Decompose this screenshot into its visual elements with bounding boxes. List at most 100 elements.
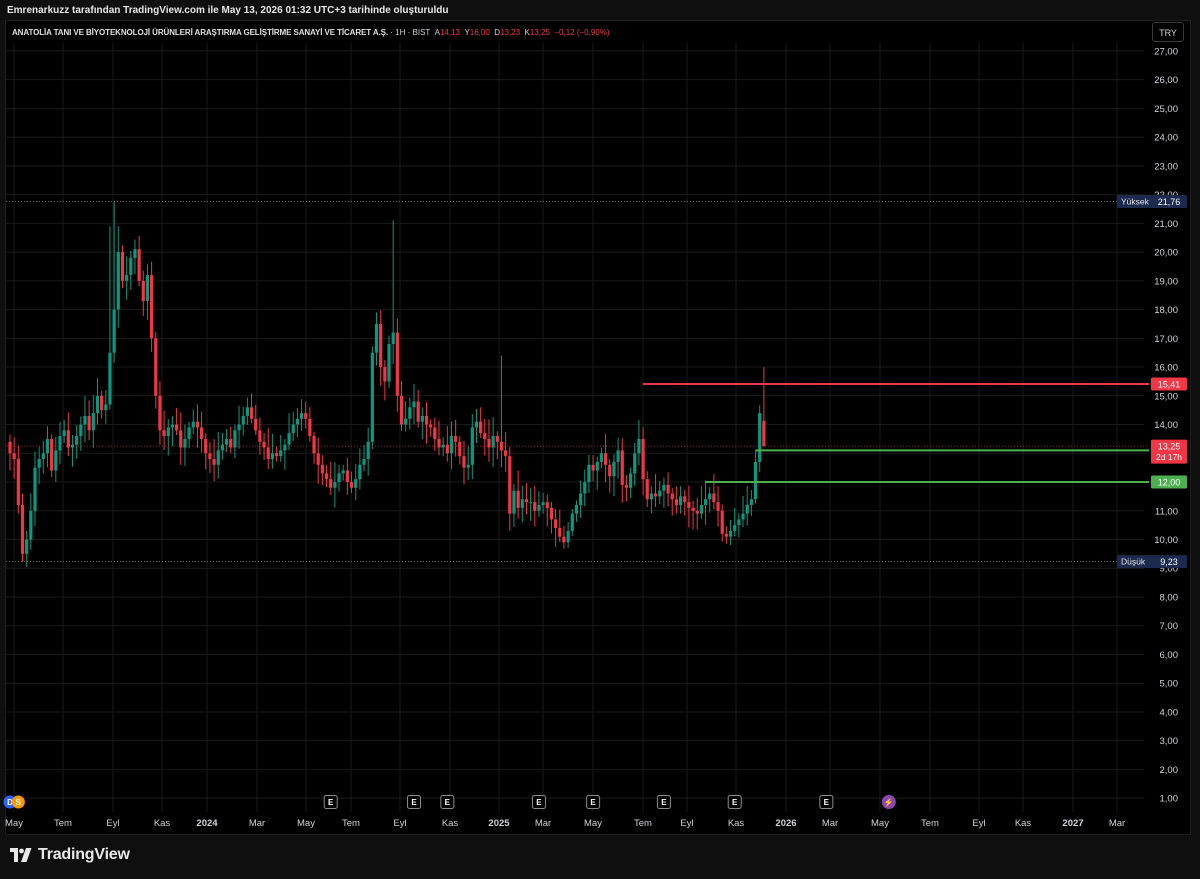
- symbol-legend[interactable]: ANATOLİA TANI VE BİYOTEKNOLOJİ ÜRÜNLERİ …: [12, 28, 610, 37]
- high-marker-value: 21,76: [1158, 197, 1181, 207]
- price-tick-label: 5,00: [1160, 679, 1179, 690]
- candle-body: [95, 395, 100, 414]
- candle-body: [624, 484, 629, 488]
- time-tick-label: Mar: [822, 818, 838, 829]
- candle-body: [762, 420, 766, 447]
- candle-body: [362, 459, 366, 465]
- candle-body: [220, 444, 225, 451]
- candle-body: [608, 464, 612, 477]
- price-tick-label: 25,00: [1154, 104, 1178, 115]
- currency-button[interactable]: TRY: [1152, 22, 1184, 42]
- candle-body: [75, 436, 79, 445]
- candle-body: [20, 505, 25, 554]
- price-axis[interactable]: 1,002,003,004,005,006,007,008,009,0010,0…: [1154, 46, 1178, 804]
- candle-body: [599, 453, 604, 462]
- candle-body: [633, 453, 637, 474]
- candle-body: [333, 482, 337, 488]
- candle-body: [320, 464, 324, 474]
- candle-body: [137, 249, 141, 281]
- candle-body: [591, 464, 595, 471]
- time-tick-label: Kas: [154, 818, 171, 829]
- high-marker-label: Yüksek: [1121, 197, 1150, 207]
- candle-body: [641, 438, 645, 480]
- candle-body: [50, 438, 54, 471]
- candle-body: [691, 507, 695, 511]
- price-tick-label: 7,00: [1160, 621, 1179, 632]
- candle-body: [720, 510, 724, 534]
- candle-body: [295, 418, 299, 425]
- candle-body: [249, 407, 254, 419]
- last-price-label: 13,25: [1158, 441, 1181, 451]
- candle-body: [466, 464, 470, 468]
- time-tick-label: Tem: [921, 818, 939, 829]
- candle-body: [112, 309, 116, 353]
- candle-body: [358, 464, 362, 480]
- candle-body: [537, 505, 541, 511]
- candle-body: [187, 427, 191, 439]
- price-tick-label: 14,00: [1154, 420, 1178, 431]
- time-tick-label: 2024: [196, 818, 218, 829]
- candle-body: [33, 467, 37, 511]
- candle-body: [391, 332, 395, 345]
- bar-countdown-label: 2d 17h: [1156, 452, 1182, 462]
- candle-body: [41, 453, 45, 460]
- candle-body: [237, 424, 241, 431]
- candle-body: [404, 418, 408, 425]
- earnings-icon-label: E: [732, 798, 738, 807]
- candle-body: [291, 424, 295, 434]
- event-markers: D S E E E E E E E E ⚡: [3, 795, 896, 809]
- price-tick-label: 20,00: [1154, 248, 1178, 259]
- candle-body: [241, 415, 245, 425]
- candle-body: [474, 421, 479, 428]
- candle-body: [258, 430, 262, 442]
- price-tick-label: 19,00: [1154, 276, 1178, 287]
- candle-body: [116, 252, 120, 310]
- candle-body: [420, 415, 424, 422]
- tradingview-logo[interactable]: TradingView: [10, 846, 130, 864]
- candle-body: [162, 430, 166, 437]
- candle-body: [408, 407, 412, 419]
- time-tick-label: Tem: [634, 818, 652, 829]
- price-chart[interactable]: 1,002,003,004,005,006,007,008,009,0010,0…: [0, 0, 1200, 879]
- candle-body: [254, 418, 258, 431]
- candle-body: [341, 470, 345, 474]
- earnings-icon-label: E: [824, 798, 830, 807]
- candle-body: [508, 456, 512, 514]
- time-axis[interactable]: May Tem Eyl Kas 2024 Mar May Tem Eyl Kas 2025 Mar Ma…: [5, 818, 1125, 829]
- candle-body: [233, 430, 237, 448]
- candle-body: [66, 430, 70, 448]
- low-marker-label: Düşük: [1121, 557, 1146, 567]
- candle-body: [308, 418, 312, 437]
- candle-body: [724, 533, 728, 537]
- time-tick-label: Mar: [535, 818, 551, 829]
- low-marker-value: 9,23: [1160, 557, 1178, 567]
- time-tick-label: Eyl: [680, 818, 693, 829]
- earnings-icon-label: E: [661, 798, 667, 807]
- time-tick-label: Tem: [342, 818, 360, 829]
- time-tick-label: May: [5, 818, 23, 829]
- candle-body: [504, 450, 508, 457]
- candle-body: [104, 404, 108, 411]
- time-tick-label: Kas: [442, 818, 459, 829]
- time-tick-label: May: [297, 818, 315, 829]
- candle-body: [516, 490, 520, 508]
- candle-body: [662, 484, 666, 491]
- earnings-icon-label: E: [590, 798, 596, 807]
- candle-body: [224, 438, 229, 445]
- candle-body: [628, 473, 633, 488]
- candle-body: [212, 459, 216, 465]
- candle-body: [708, 493, 712, 500]
- candle-body: [620, 450, 624, 485]
- price-tick-label: 26,00: [1154, 75, 1178, 86]
- candle-body: [324, 473, 329, 480]
- candle-body: [179, 430, 183, 448]
- candle-body: [454, 436, 458, 442]
- candle-body: [433, 427, 437, 439]
- price-tick-label: 2,00: [1160, 765, 1179, 776]
- candle-body: [166, 427, 170, 437]
- price-tick-label: 16,00: [1154, 363, 1178, 374]
- candle-body: [745, 505, 749, 514]
- candle-body: [603, 453, 608, 465]
- candle-body: [416, 401, 420, 422]
- candle-body: [379, 323, 383, 368]
